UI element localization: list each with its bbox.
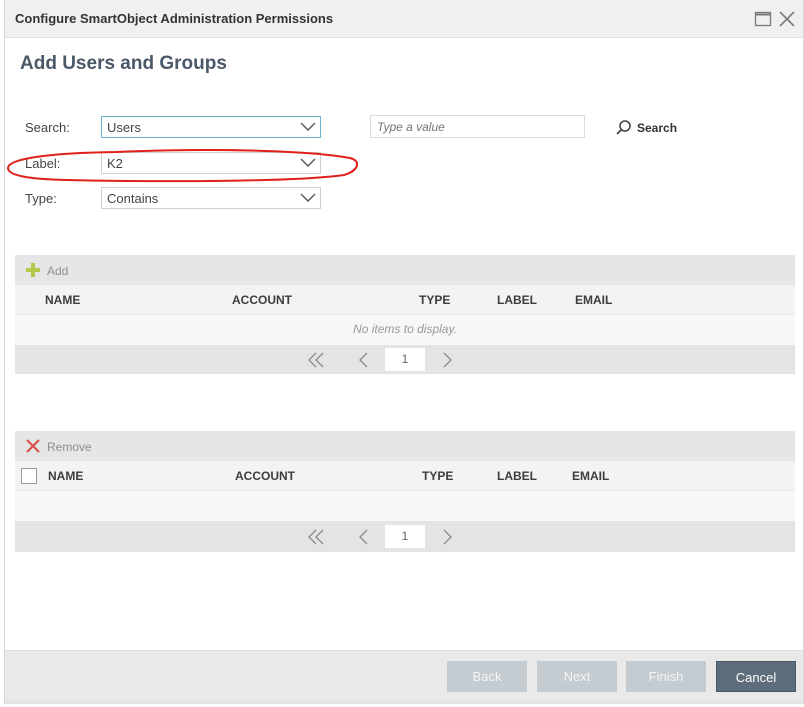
column-header-label[interactable]: LABEL bbox=[497, 293, 537, 307]
label-select-value: K2 bbox=[107, 156, 123, 171]
previous-page-icon[interactable] bbox=[357, 529, 369, 545]
title-bar: Configure SmartObject Administration Per… bbox=[5, 0, 803, 38]
finish-button[interactable]: Finish bbox=[626, 661, 706, 692]
column-header-name[interactable]: NAME bbox=[45, 293, 80, 307]
search-button-label: Search bbox=[637, 121, 678, 135]
next-page-icon[interactable] bbox=[442, 529, 454, 545]
search-select[interactable]: Users bbox=[101, 116, 321, 138]
column-header-email[interactable]: EMAIL bbox=[572, 469, 609, 483]
close-icon[interactable] bbox=[777, 9, 797, 29]
column-header-type[interactable]: TYPE bbox=[419, 293, 450, 307]
empty-message: No items to display. bbox=[15, 315, 795, 345]
first-page-icon[interactable] bbox=[307, 352, 325, 368]
back-button[interactable]: Back bbox=[447, 661, 527, 692]
search-value-input[interactable] bbox=[370, 115, 585, 138]
type-select[interactable]: Contains bbox=[101, 187, 321, 209]
selected-users-grid: Remove NAME ACCOUNT TYPE LABEL EMAIL 1 bbox=[15, 431, 795, 552]
next-page-icon[interactable] bbox=[442, 352, 454, 368]
search-select-value: Users bbox=[107, 120, 141, 135]
remove-button-label: Remove bbox=[47, 440, 92, 454]
grid-header-row: NAME ACCOUNT TYPE LABEL EMAIL bbox=[15, 461, 795, 491]
dialog-footer: Back Next Finish Cancel bbox=[5, 650, 803, 701]
type-select-value: Contains bbox=[107, 191, 159, 206]
type-label: Type: bbox=[25, 191, 57, 206]
pager: 1 bbox=[15, 521, 795, 552]
dialog: Configure SmartObject Administration Per… bbox=[4, 0, 804, 704]
next-button[interactable]: Next bbox=[537, 661, 617, 692]
chevron-down-icon bbox=[300, 158, 316, 167]
grid-toolbar: Remove bbox=[15, 431, 795, 461]
cancel-button[interactable]: Cancel bbox=[716, 661, 796, 692]
plus-icon bbox=[26, 263, 40, 277]
chevron-down-icon bbox=[300, 193, 316, 202]
page-number[interactable]: 1 bbox=[385, 525, 425, 548]
column-header-name[interactable]: NAME bbox=[48, 469, 83, 483]
chevron-down-icon bbox=[300, 122, 316, 131]
pager: 1 bbox=[15, 345, 795, 374]
label-select[interactable]: K2 bbox=[101, 152, 321, 174]
first-page-icon[interactable] bbox=[307, 529, 325, 545]
search-label: Search: bbox=[25, 120, 70, 135]
column-header-account[interactable]: ACCOUNT bbox=[235, 469, 295, 483]
label-label: Label: bbox=[25, 156, 61, 171]
add-button-label: Add bbox=[47, 264, 69, 278]
column-header-email[interactable]: EMAIL bbox=[575, 293, 612, 307]
column-header-account[interactable]: ACCOUNT bbox=[232, 293, 292, 307]
grid-toolbar: Add bbox=[15, 255, 795, 285]
page-title: Add Users and Groups bbox=[20, 53, 227, 74]
grid-header-row: NAME ACCOUNT TYPE LABEL EMAIL bbox=[15, 285, 795, 315]
search-icon bbox=[616, 120, 631, 135]
select-all-checkbox[interactable] bbox=[21, 468, 37, 484]
page-number[interactable]: 1 bbox=[385, 348, 425, 371]
maximize-icon[interactable] bbox=[753, 9, 773, 29]
window-title: Configure SmartObject Administration Per… bbox=[15, 11, 334, 26]
previous-page-icon[interactable] bbox=[357, 352, 369, 368]
x-icon bbox=[26, 439, 40, 453]
column-header-label[interactable]: LABEL bbox=[497, 469, 537, 483]
available-users-grid: Add NAME ACCOUNT TYPE LABEL EMAIL No ite… bbox=[15, 255, 795, 374]
column-header-type[interactable]: TYPE bbox=[422, 469, 453, 483]
